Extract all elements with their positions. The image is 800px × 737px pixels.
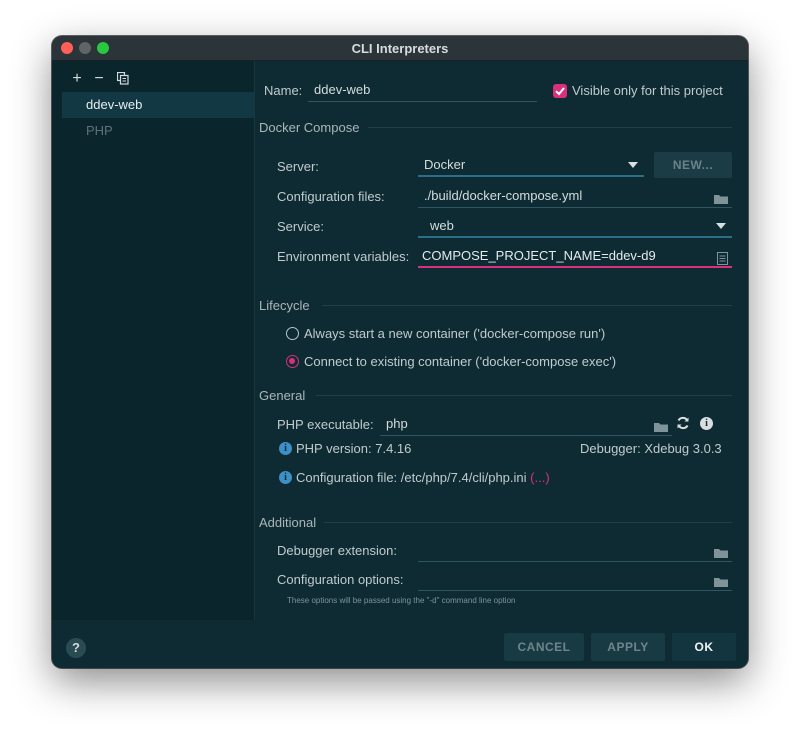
title-bar: CLI Interpreters [52, 36, 748, 61]
cli-interpreters-dialog: CLI Interpreters + − ddev-web PHP Name: … [52, 36, 748, 668]
visible-only-checkbox[interactable] [553, 84, 567, 98]
folder-icon[interactable] [714, 543, 728, 567]
sidebar-item-ddev-web[interactable]: ddev-web [62, 92, 254, 118]
section-divider [316, 395, 732, 396]
debugger-version-text: Debugger: Xdebug 3.0.3 [580, 441, 722, 456]
debugger-extension-label: Debugger extension: [277, 543, 397, 558]
chevron-down-icon [716, 223, 726, 229]
info-icon: i [279, 471, 292, 484]
document-icon[interactable] [717, 249, 728, 273]
add-interpreter-button[interactable]: + [68, 69, 86, 89]
lifecycle-section-title: Lifecycle [259, 298, 310, 313]
section-divider [322, 305, 732, 306]
php-executable-label: PHP executable: [277, 417, 374, 432]
server-dropdown[interactable]: Docker [418, 153, 644, 177]
radio-docker-compose-run[interactable] [286, 327, 299, 340]
chevron-down-icon [628, 162, 638, 168]
interpreter-sidebar: + − ddev-web PHP [52, 61, 255, 620]
option-docker-compose-exec-label: Connect to existing container ('docker-c… [304, 354, 617, 369]
section-divider [324, 522, 732, 523]
docker-compose-section-title: Docker Compose [259, 120, 360, 135]
general-section-title: General [259, 388, 306, 403]
new-server-button[interactable]: NEW... [654, 152, 732, 178]
help-button[interactable]: ? [66, 638, 86, 658]
configuration-options-hint: These options will be passed using the "… [287, 596, 516, 605]
php-version-text: PHP version: 7.4.16 [296, 441, 412, 456]
debugger-extension-input[interactable] [418, 538, 732, 562]
configuration-options-label: Configuration options: [277, 572, 404, 587]
radio-docker-compose-exec[interactable] [286, 355, 299, 368]
remove-interpreter-button[interactable]: − [90, 69, 108, 89]
info-icon: i [279, 442, 292, 455]
checkmark-icon [555, 87, 565, 96]
copy-interpreter-button[interactable] [114, 69, 132, 89]
configuration-file-text: Configuration file: /etc/php/7.4/cli/php… [296, 470, 550, 485]
info-icon[interactable]: i [700, 417, 713, 430]
visible-only-label: Visible only for this project [572, 83, 723, 98]
server-label: Server: [277, 159, 319, 174]
environment-variables-label: Environment variables: [277, 249, 410, 264]
apply-button[interactable]: APPLY [591, 633, 665, 661]
configuration-options-input[interactable] [418, 567, 732, 591]
service-dropdown[interactable]: web [418, 214, 732, 238]
folder-icon[interactable] [654, 417, 668, 441]
option-docker-compose-run-label: Always start a new container ('docker-co… [304, 326, 606, 341]
php-executable-input[interactable]: php [380, 412, 672, 436]
ok-button[interactable]: OK [672, 633, 736, 661]
configuration-files-input[interactable]: ./build/docker-compose.yml [418, 184, 732, 208]
name-input[interactable]: ddev-web [308, 78, 537, 102]
environment-variables-input[interactable]: COMPOSE_PROJECT_NAME=ddev-d9 [418, 244, 732, 268]
refresh-icon[interactable] [676, 416, 690, 435]
cancel-button[interactable]: CANCEL [504, 633, 584, 661]
sidebar-item-php[interactable]: PHP [62, 118, 254, 144]
window-title: CLI Interpreters [351, 41, 449, 56]
folder-icon[interactable] [714, 572, 728, 596]
configuration-files-label: Configuration files: [277, 189, 385, 204]
folder-icon[interactable] [714, 189, 728, 213]
additional-section-title: Additional [259, 515, 317, 530]
service-label: Service: [277, 219, 324, 234]
section-divider [368, 127, 732, 128]
configuration-file-more-link[interactable]: (...) [530, 470, 550, 485]
name-label: Name: [264, 83, 303, 98]
copy-icon [116, 71, 129, 85]
